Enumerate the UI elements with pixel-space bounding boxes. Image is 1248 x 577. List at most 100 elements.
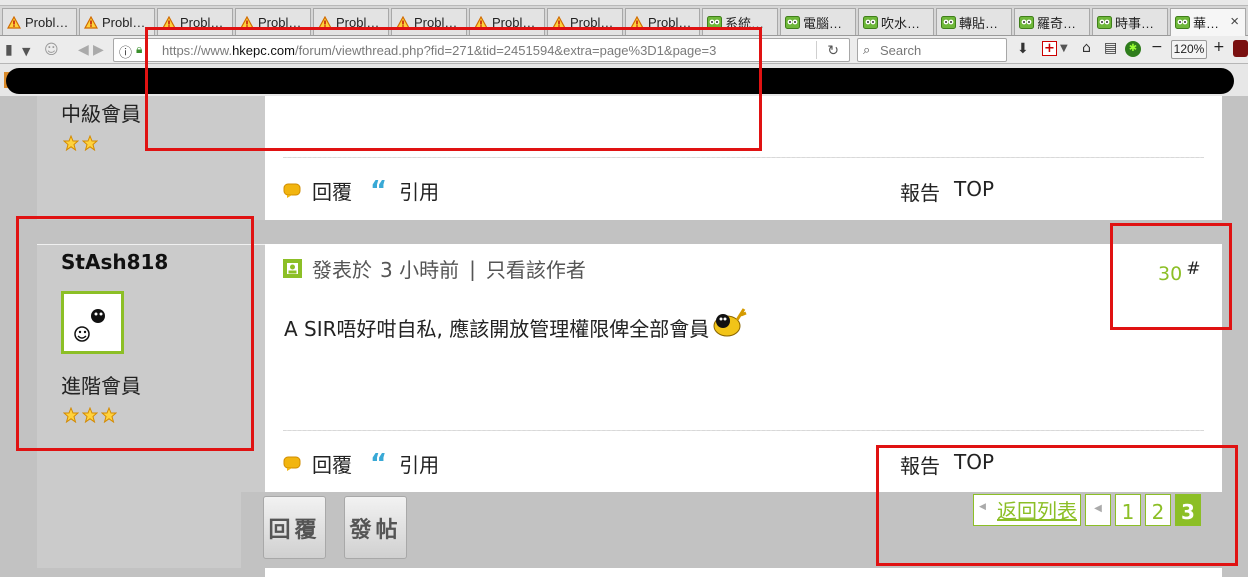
adblock-icon[interactable]: + [1042, 41, 1057, 56]
chevron-left-icon: ◀ [979, 502, 986, 512]
page-link-current[interactable]: 3 [1175, 494, 1201, 526]
meta-separator: | [469, 256, 476, 281]
reader-icon[interactable]: ▤ [1104, 40, 1117, 56]
close-icon[interactable]: × [1230, 13, 1239, 30]
download-icon[interactable]: ⬇ [1017, 41, 1029, 57]
tab-label: Probl… [414, 14, 458, 30]
chevron-down-icon[interactable]: ▼ [1060, 43, 1068, 54]
divider [283, 430, 1204, 431]
tab-label: 電腦… [803, 15, 843, 31]
quote-icon: “ [370, 175, 388, 206]
tab-1[interactable]: Probl… [2, 8, 77, 35]
shield-icon[interactable] [1233, 40, 1248, 57]
pagination: ◀ 返回列表 ◀ 1 2 3 [973, 494, 1201, 526]
sidebar-icon[interactable]: ▮ [5, 42, 13, 58]
top-link[interactable]: TOP [954, 177, 994, 206]
tab-12[interactable]: 吹水… [858, 8, 934, 35]
tab-2[interactable]: Probl… [79, 8, 155, 35]
tab-label: Probl… [648, 14, 692, 30]
tab-label: Probl… [570, 14, 614, 30]
tab-8[interactable]: Probl… [547, 8, 623, 35]
prev-author-rank: 中級會員 [61, 102, 141, 126]
warning-icon [473, 15, 489, 29]
zoom-in-button[interactable]: + [1213, 39, 1225, 55]
post-author-icon [283, 259, 302, 278]
author-only-link[interactable]: 只看該作者 [486, 254, 586, 283]
divider [283, 157, 1204, 158]
reply-button[interactable]: 回覆 [263, 496, 326, 559]
avatar[interactable] [61, 291, 124, 354]
star-icon [62, 406, 79, 423]
page-link-1[interactable]: 1 [1115, 494, 1141, 526]
tab-16[interactable]: 華… × [1170, 8, 1246, 36]
reply-icon [283, 456, 301, 471]
url-bar[interactable]: ⓘ 🔒︎ https://www.hkepc.com/forum/viewthr… [113, 38, 850, 62]
warning-icon [239, 15, 255, 29]
star-icon [62, 134, 79, 151]
floor-symbol: # [1186, 259, 1201, 279]
search-input[interactable]: ⌕ Search [857, 38, 1007, 62]
tab-label: Probl… [258, 14, 302, 30]
reply-link[interactable]: 回覆 [312, 449, 352, 478]
chevron-down-icon[interactable]: ▼ [22, 45, 30, 58]
home-icon[interactable]: ⌂ [1082, 40, 1091, 56]
menu-strip [0, 0, 1248, 6]
post-report-top: 報告 TOP [900, 450, 994, 479]
hkepc-favicon-icon [706, 15, 722, 29]
info-icon[interactable]: ⓘ [119, 42, 132, 61]
reply-link[interactable]: 回覆 [312, 176, 352, 205]
floor-number-value[interactable]: 30 [1158, 263, 1182, 285]
tab-6[interactable]: Probl… [391, 8, 467, 35]
lock-icon: 🔒︎ [136, 42, 143, 56]
star-icon [81, 406, 98, 423]
floor-number[interactable]: 30 # [1158, 259, 1200, 285]
hkepc-favicon-icon [1174, 16, 1190, 30]
url-separator [816, 41, 817, 59]
author-rank: 進階會員 [61, 374, 141, 398]
star-icon [100, 406, 117, 423]
chevron-left-icon: ◀ [1094, 503, 1102, 514]
post-separator [37, 220, 1222, 244]
tab-13[interactable]: 轉貼… [936, 8, 1012, 35]
tab-15[interactable]: 時事… [1092, 8, 1168, 35]
warning-icon [317, 15, 333, 29]
back-to-list-button[interactable]: ◀ 返回列表 [973, 494, 1081, 526]
tab-14[interactable]: 羅奇… [1014, 8, 1090, 35]
author-panel [37, 244, 265, 492]
tab-bar: Probl… Probl… Probl… Probl… Probl… Probl… Prob… [0, 0, 1248, 36]
quote-link[interactable]: 引用 [399, 449, 439, 478]
tab-4[interactable]: Probl… [235, 8, 311, 35]
tab-5[interactable]: Probl… [313, 8, 389, 35]
hkepc-favicon-icon [1096, 15, 1112, 29]
zoom-out-button[interactable]: − [1151, 39, 1163, 55]
tab-10[interactable]: 系統… [702, 8, 778, 35]
reply-icon [283, 183, 301, 198]
page-link-2[interactable]: 2 [1145, 494, 1171, 526]
tab-7[interactable]: Probl… [469, 8, 545, 35]
post-body-text: A SIR唔好咁自私, 應該開放管理權限俾全部會員 [284, 317, 710, 341]
new-post-button[interactable]: 發帖 [344, 496, 407, 559]
tab-label: 轉貼… [959, 15, 999, 31]
warning-icon [629, 15, 645, 29]
addon-icon[interactable]: ☺ [44, 42, 59, 58]
tab-label: 吹水… [881, 15, 921, 31]
top-link[interactable]: TOP [954, 450, 994, 479]
star-icon [81, 134, 98, 151]
reload-icon[interactable]: ↻ [827, 42, 839, 59]
extension-icon[interactable]: ✱ [1125, 41, 1141, 57]
tab-9[interactable]: Probl… [625, 8, 700, 35]
quote-link[interactable]: 引用 [399, 176, 439, 205]
author-username[interactable]: StAsh818 [61, 250, 168, 274]
report-link[interactable]: 報告 [900, 177, 940, 206]
forward-icon[interactable]: ▶ [93, 42, 104, 58]
prev-page-button[interactable]: ◀ [1085, 494, 1111, 526]
quote-icon: “ [370, 448, 388, 479]
zoom-level[interactable]: 120% [1171, 40, 1207, 59]
hkepc-favicon-icon [862, 15, 878, 29]
tab-label: Probl… [102, 14, 146, 30]
back-icon[interactable]: ◀ [78, 42, 89, 58]
tab-11[interactable]: 電腦… [780, 8, 856, 35]
posted-time: 3 小時前 [380, 258, 460, 282]
tab-3[interactable]: Probl… [157, 8, 233, 35]
report-link[interactable]: 報告 [900, 450, 940, 479]
